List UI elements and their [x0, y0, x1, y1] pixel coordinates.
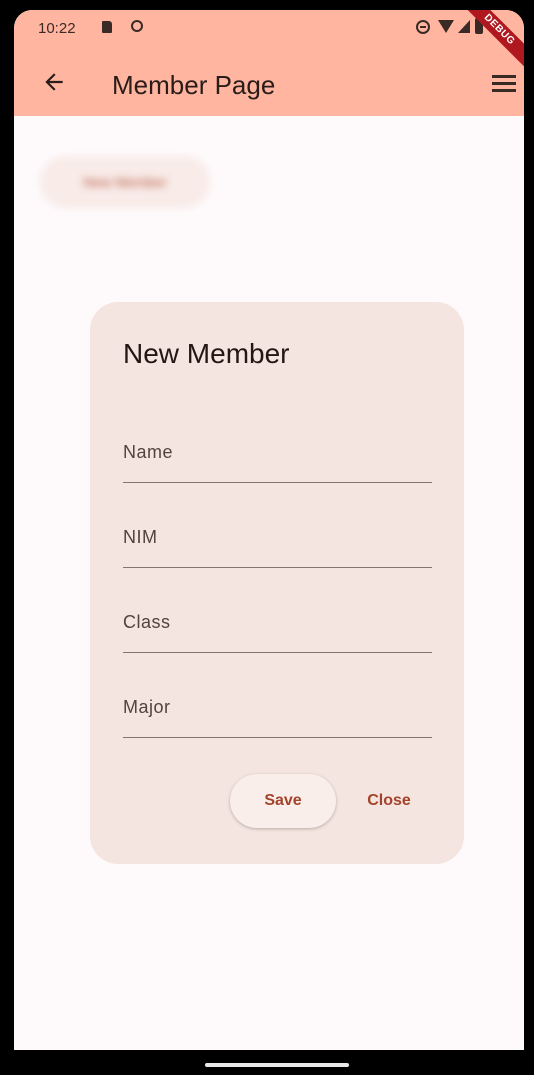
wifi-icon: [438, 20, 454, 33]
new-member-button[interactable]: New Member: [40, 156, 210, 208]
new-member-dialog: New Member Save Close: [90, 302, 464, 864]
save-button[interactable]: Save: [230, 774, 336, 828]
phone-screen: 10:22 DEBUG Member Page New Member New M…: [14, 10, 524, 1050]
status-bar: 10:22: [14, 10, 524, 50]
page-title: Member Page: [112, 70, 276, 100]
signal-icon: [458, 20, 470, 33]
sd-card-icon: [102, 21, 112, 33]
arrow-back-icon: [45, 73, 63, 91]
nim-field[interactable]: [123, 507, 432, 568]
dialog-title: New Member: [123, 338, 290, 369]
do-not-disturb-icon: [416, 20, 430, 34]
major-input[interactable]: [123, 677, 432, 737]
class-input[interactable]: [123, 592, 432, 652]
status-time: 10:22: [38, 20, 76, 37]
app-bar: Member Page: [14, 50, 524, 116]
dialog-actions: Save Close: [90, 774, 464, 830]
notification-icon: [131, 20, 143, 32]
name-field[interactable]: [123, 422, 432, 483]
top-bar: 10:22 DEBUG Member Page: [14, 10, 524, 116]
class-field[interactable]: [123, 592, 432, 653]
major-field[interactable]: [123, 677, 432, 738]
back-button[interactable]: [36, 64, 72, 100]
name-input[interactable]: [123, 422, 432, 482]
menu-icon: [492, 89, 516, 92]
home-indicator[interactable]: [205, 1063, 349, 1067]
close-button[interactable]: Close: [352, 774, 426, 828]
menu-button[interactable]: [488, 68, 518, 98]
menu-icon: [492, 75, 516, 78]
nim-input[interactable]: [123, 507, 432, 567]
menu-icon: [492, 82, 516, 85]
